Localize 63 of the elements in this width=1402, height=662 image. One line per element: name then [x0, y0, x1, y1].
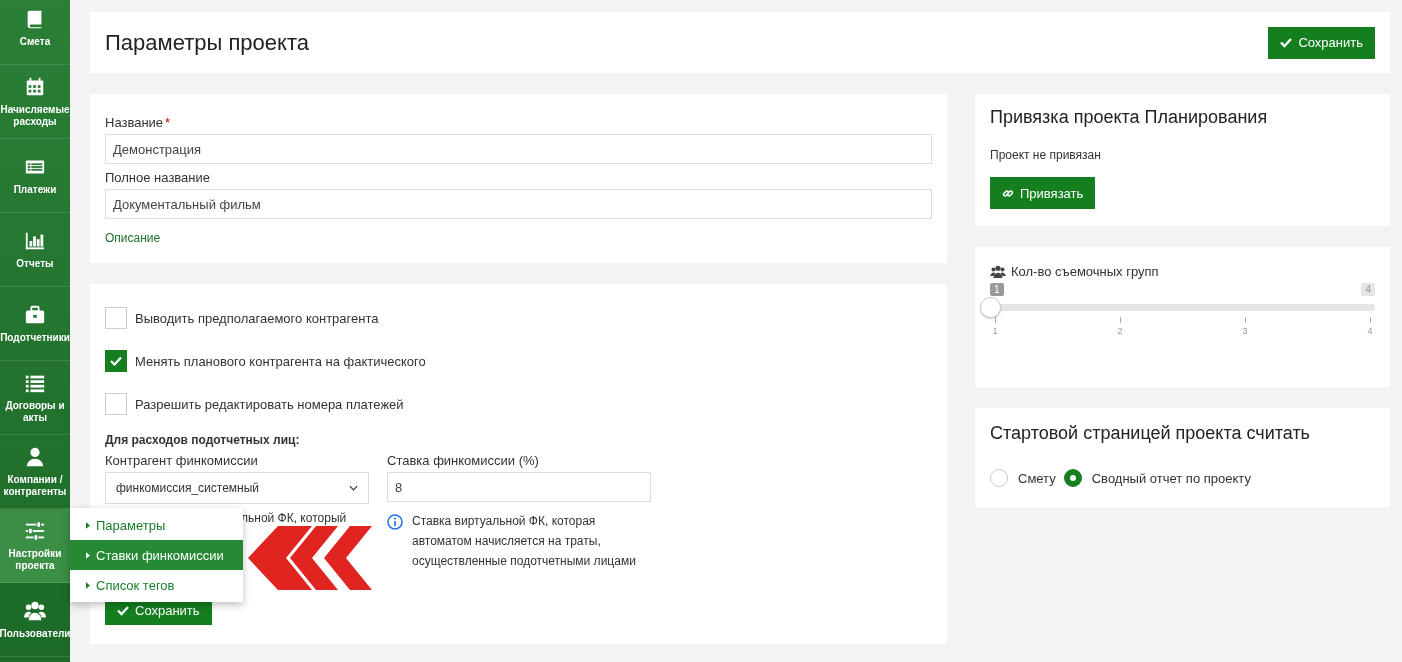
menu-item[interactable]: Параметры	[70, 510, 243, 540]
sliders-icon	[24, 519, 46, 542]
tick-label: 1	[992, 326, 998, 336]
sidebar-item[interactable]: Начисляемые расходы	[0, 65, 70, 139]
checkbox-label: Выводить предполагаемого контрагента	[135, 310, 379, 326]
sidebar-item[interactable]: Платежи	[0, 139, 70, 213]
person-icon	[24, 445, 46, 468]
required-mark: *	[165, 115, 171, 130]
tick-mark	[1369, 317, 1371, 323]
calendar-icon	[24, 75, 46, 98]
tick-label: 4	[1367, 326, 1373, 336]
slider-max: 4	[1361, 283, 1375, 296]
card-title: Стартовой страницей проекта считать	[990, 423, 1311, 444]
check-icon	[117, 604, 129, 616]
sidebar-item[interactable]: Отчеты	[0, 213, 70, 287]
input-field[interactable]: Демонстрация	[105, 134, 932, 164]
radio-label: Смету	[1018, 470, 1056, 486]
info-icon	[387, 514, 403, 530]
sidebar-item[interactable]: Договоры и акты	[0, 361, 70, 435]
checkbox-label: Разрешить редактировать номера платежей	[135, 396, 404, 412]
save-button[interactable]: Сохранить	[1268, 26, 1375, 59]
section-title: Для расходов подотчетных лиц:	[105, 433, 301, 447]
slider-label: Кол-во съемочных групп	[1011, 264, 1159, 279]
tick-mark	[1119, 317, 1121, 323]
help-text: льной ФК, который	[241, 511, 348, 525]
field-label: Ставка финкомиссии (%)	[387, 453, 540, 468]
link-button[interactable]: Привязать	[990, 177, 1096, 209]
help-text: Ставка виртуальной ФК, которая автоматом начисляется на траты, осуществленные подотчетными лицами	[412, 513, 637, 570]
check-icon	[1280, 37, 1293, 48]
select-field[interactable]: финкомиссия_системный	[105, 472, 369, 504]
caret-icon	[349, 485, 358, 491]
checkbox[interactable]	[105, 350, 127, 372]
field-label: Полное название	[105, 170, 211, 185]
radio-label: Сводный отчет по проекту	[1091, 470, 1251, 486]
input-field[interactable]: Документальный фильм	[105, 189, 932, 219]
radio-button[interactable]	[1063, 469, 1082, 487]
tick-label: 3	[1242, 326, 1248, 336]
triangle-icon	[86, 551, 90, 559]
tick-label: 2	[1117, 326, 1123, 336]
slider-thumb[interactable]	[980, 297, 1001, 318]
menu-item[interactable]: Ставки финкомиссии	[70, 540, 243, 570]
check-icon	[110, 356, 122, 366]
field-label: Контрагент финкомиссии	[105, 453, 259, 468]
briefcase-icon	[24, 303, 46, 326]
checkbox-label: Менять планового контрагента на фактического	[135, 353, 426, 369]
description-link[interactable]: Описание	[105, 231, 161, 245]
triangle-icon	[86, 581, 90, 589]
sidebar-item[interactable]: Пользователи	[0, 583, 70, 657]
tick-mark	[1244, 317, 1246, 323]
triangle-icon	[86, 521, 90, 529]
people-icon	[24, 599, 46, 622]
field-label: Название*	[105, 115, 172, 130]
card-title: Привязка проекта Планирования	[990, 107, 1269, 128]
sidebar-item[interactable]: Настройки проекта	[0, 509, 70, 583]
input-field[interactable]: 8	[387, 472, 651, 502]
slider-value: 1	[990, 283, 1004, 296]
sidebar-item[interactable]: Смета	[0, 0, 70, 65]
tick-mark	[994, 317, 996, 323]
page-title: Параметры проекта	[105, 29, 309, 56]
sidebar-item[interactable]: Подотчетники	[0, 287, 70, 361]
link-icon	[1002, 187, 1014, 199]
people-icon	[990, 265, 1006, 278]
status-text: Проект не привязан	[990, 148, 1102, 162]
